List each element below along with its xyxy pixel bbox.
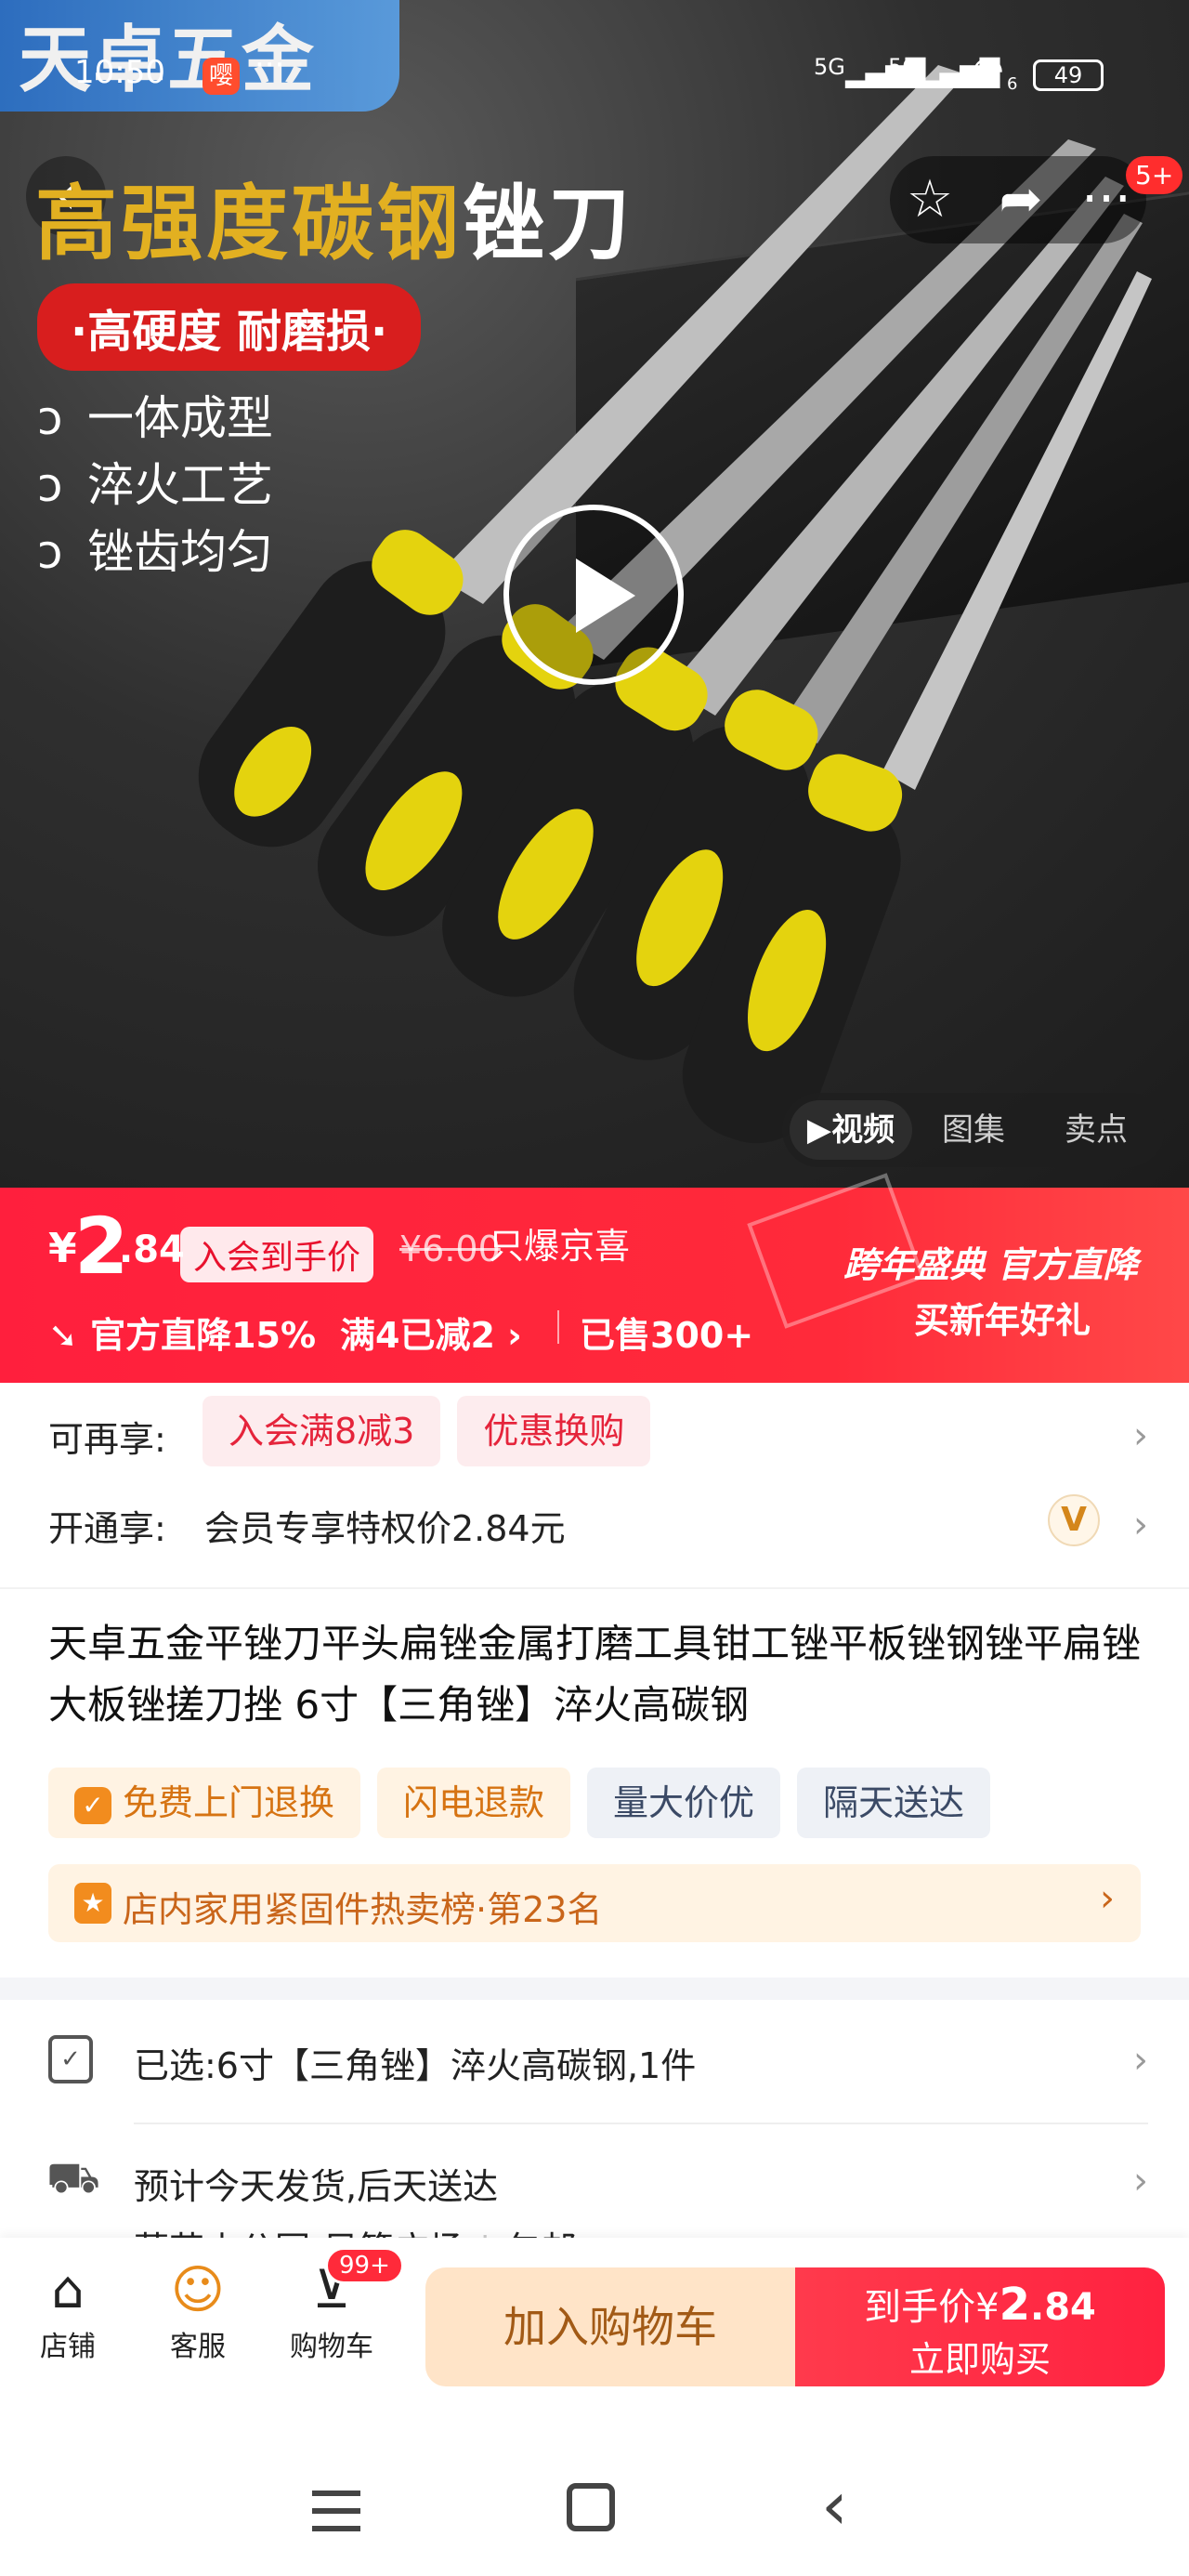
selection-section: ✓ 已选:6寸【三角锉】淬火高碳钢,1件 › ⛟ 预计今天发货,后天送达 › 莲… (0, 2000, 1189, 2270)
product-title: 天卓五金平锉刀平头扁锉金属打磨工具钳工锉平板锉钢锉平扁锉大板锉搓刀挫 6寸【三角… (48, 1621, 1142, 1728)
service-tag[interactable]: 隔天送达 (797, 1768, 991, 1838)
member-price-tag: 入会到手价 (180, 1227, 374, 1282)
store-icon: ⌂ (51, 2260, 85, 2320)
add-to-cart-button[interactable]: 加入购物车 (425, 2267, 795, 2386)
brand-logo: 天卓五金 (0, 0, 399, 112)
ranking-badge-icon: ★ (74, 1883, 111, 1924)
feature-item: ↄ 一体成型 (37, 391, 273, 445)
service-tag[interactable]: 闪电退款 (377, 1768, 571, 1838)
cart-count-badge: 5+ (1126, 156, 1183, 194)
feature-item: ↄ 淬火工艺 (37, 458, 273, 512)
selected-spec-icon: ✓ (48, 2035, 93, 2083)
festival-subtitle: 买新年好礼 (914, 1300, 1091, 1341)
shipping-estimate[interactable]: 预计今天发货,后天送达 (134, 2158, 498, 2209)
chevron-right-icon: › (1100, 1877, 1115, 1920)
service-tag[interactable]: ✓ 免费上门退换 (48, 1768, 361, 1838)
price-band: ¥ 2 .84 入会到手价 ¥6.00 只爆京喜 ➘ 官方直降15% 满4已减2… (0, 1173, 1189, 1383)
bundle-discount[interactable]: 满4已减2 › (340, 1307, 522, 1358)
customer-service-button[interactable]: ☺ 客服 (147, 2258, 249, 2364)
chevron-right-icon[interactable]: › (1133, 1504, 1148, 1546)
benefits-section: 可再享: 入会满8减3 优惠换购 › 开通享: 会员专享特权价2.84元 V › (0, 1383, 1189, 1587)
status-app-badge: 嘤 (203, 58, 240, 95)
benefits-label: 可再享: (48, 1419, 166, 1460)
wifi-icon: ◠ (972, 48, 1004, 91)
down-arrow-icon: ➘ (48, 1315, 78, 1356)
sold-count: 已售300+ (580, 1315, 754, 1356)
open-label: 开通享: (48, 1508, 166, 1549)
divider (557, 1310, 559, 1344)
buy-now-label: 立即购买 (908, 2339, 1051, 2380)
status-time: 10:50 (74, 54, 165, 91)
hero-headline: 高强度碳钢锉刀 (35, 158, 634, 276)
product-hero-image[interactable]: 天卓五金 10:50 嘤 ··· 5G ▂▄▆█ 5G ▂▄▆█ ◠ 6 49 … (0, 0, 1189, 1188)
festival-title: 跨年盛典 官方直降 (843, 1244, 1139, 1285)
chevron-right-icon[interactable]: › (1133, 2160, 1148, 2202)
headline-part2: 锉刀 (463, 175, 634, 271)
network-label: 5G (814, 54, 845, 80)
cart-label: 购物车 (290, 2331, 373, 2363)
benefit-chip[interactable]: 优惠换购 (457, 1396, 651, 1466)
headline-part1: 高强度碳钢 (35, 175, 464, 271)
swirl-icon: ↄ (37, 391, 63, 445)
media-tabs: ▶视频 图集 卖点 (782, 1093, 1165, 1167)
chevron-right-icon: › (507, 1315, 522, 1356)
menu-icon[interactable] (312, 2491, 360, 2531)
price-decimal: .84 (119, 1229, 185, 1271)
network-label-2: 5G (888, 54, 920, 80)
buy-now-button[interactable]: 到手价¥2.84 立即购买 (795, 2267, 1165, 2386)
discount-row: ➘ 官方直降15% (48, 1315, 317, 1356)
old-price: ¥6.00 (399, 1229, 501, 1269)
favorite-star-icon[interactable]: ☆ (890, 160, 970, 240)
status-dots: ··· (255, 46, 285, 84)
play-video-button[interactable] (503, 505, 684, 685)
chevron-right-icon[interactable]: › (1133, 2039, 1148, 2082)
section-gap (0, 1978, 1189, 2000)
shield-check-icon: ✓ (74, 1786, 111, 1824)
battery-indicator: 49 (1033, 59, 1104, 91)
store-label: 店铺 (40, 2331, 96, 2363)
home-icon[interactable] (567, 2483, 615, 2531)
tab-video[interactable]: ▶视频 (790, 1100, 912, 1160)
service-tags: ✓ 免费上门退换 闪电退款 量大价优 隔天送达 (48, 1768, 1007, 1838)
store-button[interactable]: ⌂ 店铺 (17, 2258, 119, 2364)
truck-icon: ⛟ (46, 2152, 100, 2202)
wifi-level: 6 (1007, 74, 1018, 94)
promo-label: 只爆京喜 (489, 1226, 631, 1267)
benefit-chips: 入会满8减3 优惠换购 (203, 1396, 667, 1466)
hero-pill: ·高硬度 耐磨损· (37, 283, 422, 371)
product-info: 天卓五金平锉刀平头扁锉金属打磨工具钳工锉平板锉钢锉平扁锉大板锉搓刀挫 6寸【三角… (0, 1587, 1189, 1978)
feature-item: ↄ 锉齿均匀 (37, 525, 273, 579)
play-icon: ▶ (806, 1111, 832, 1149)
service-tag[interactable]: 量大价优 (587, 1768, 781, 1838)
vip-icon: V (1048, 1494, 1100, 1546)
selected-spec[interactable]: 已选:6寸【三角锉】淬火高碳钢,1件 (134, 2037, 696, 2088)
system-navigation-bar: ‹ (0, 2390, 1189, 2576)
back-icon[interactable]: ‹ (821, 2468, 848, 2543)
member-price-text: 会员专享特权价2.84元 (204, 1508, 566, 1549)
chevron-right-icon[interactable]: › (1133, 1414, 1148, 1457)
service-label: 客服 (170, 2331, 226, 2363)
swirl-icon: ↄ (37, 525, 63, 579)
bottom-action-bar: ⌂ 店铺 ☺ 客服 ⊻ 购物车 99+ 加入购物车 到手价¥2.84 立即购买 (0, 2238, 1189, 2390)
price-currency: ¥ (48, 1225, 77, 1272)
cart-count-badge: 99+ (325, 2247, 404, 2284)
swirl-icon: ↄ (37, 458, 63, 512)
tab-selling-points[interactable]: 卖点 (1035, 1100, 1157, 1160)
service-chat-icon: ☺ (170, 2260, 226, 2320)
benefit-chip[interactable]: 入会满8减3 (203, 1396, 441, 1466)
share-icon[interactable]: ➦ (981, 160, 1061, 240)
ranking-text: 店内家用紧固件热卖榜·第23名 (123, 1889, 603, 1930)
tab-gallery[interactable]: 图集 (912, 1100, 1035, 1160)
buy-price: 到手价¥2.84 (864, 2279, 1096, 2331)
ranking-banner[interactable]: ★ 店内家用紧固件热卖榜·第23名 › (48, 1864, 1141, 1942)
divider (134, 2123, 1148, 2124)
